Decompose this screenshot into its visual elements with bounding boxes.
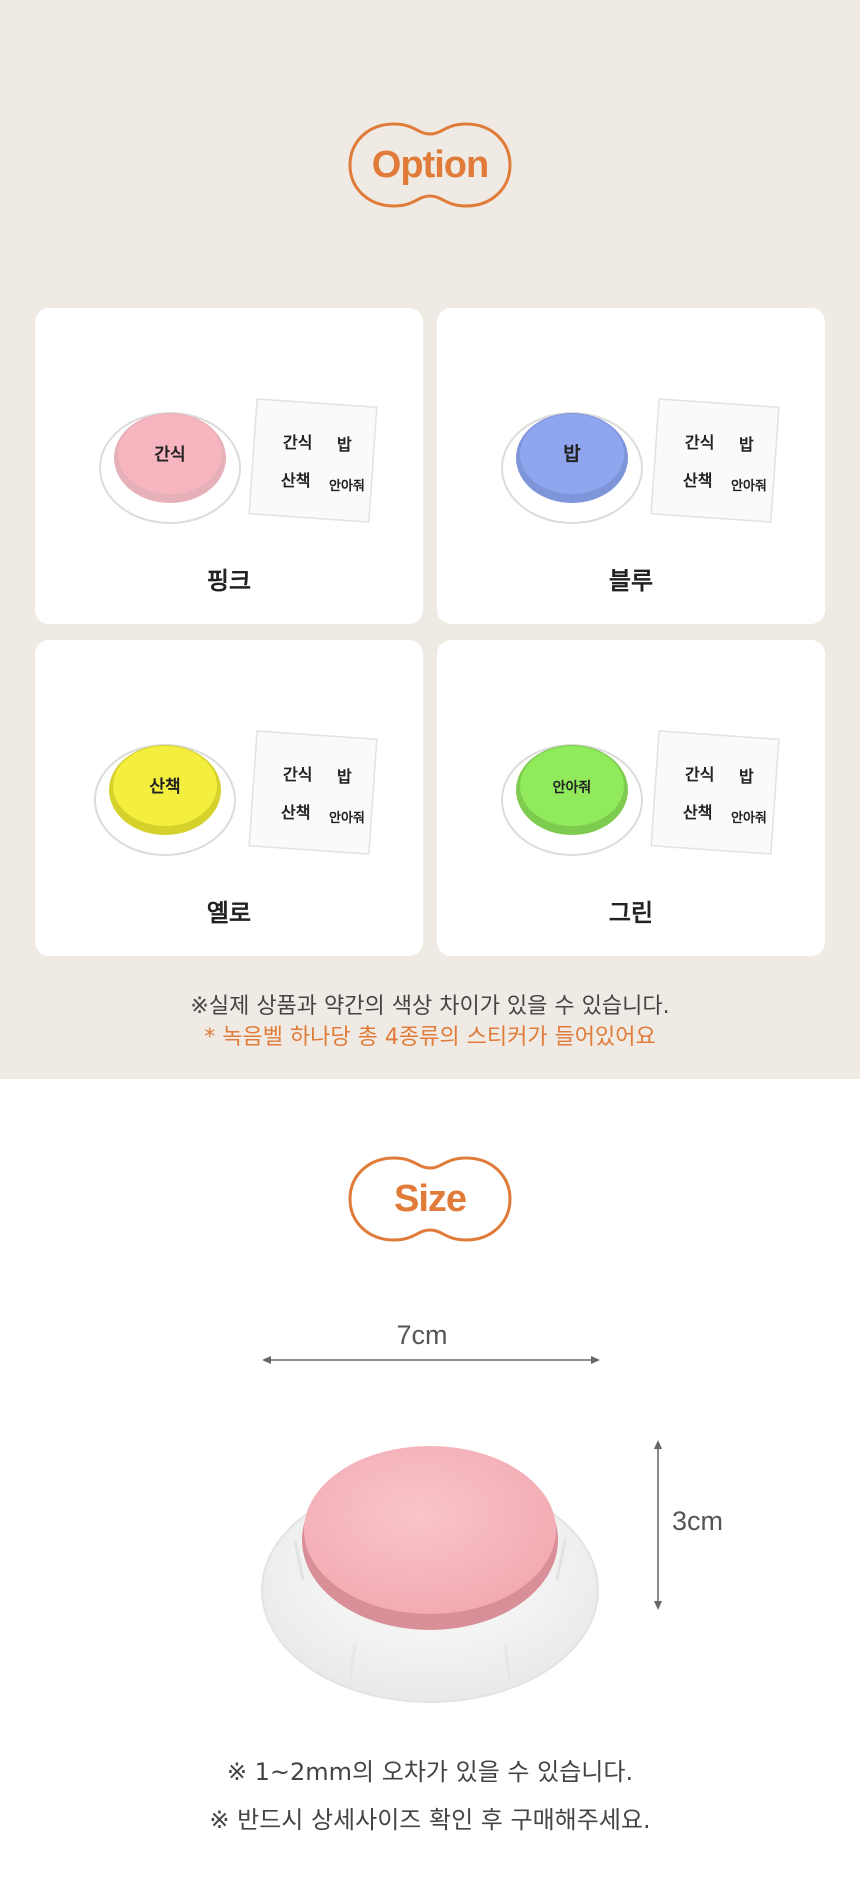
svg-text:간식: 간식 — [283, 433, 312, 452]
option-title: Option — [371, 143, 489, 186]
size-title-badge: Size — [346, 1154, 514, 1244]
button-sticker-text: 산책 — [149, 777, 180, 797]
svg-text:간식: 간식 — [283, 765, 312, 784]
color-difference-note: ※실제 상품과 약간의 색상 차이가 있을 수 있습니다. — [190, 994, 670, 1019]
svg-text:안아줘: 안아줘 — [731, 810, 767, 826]
svg-text:산책: 산책 — [683, 803, 712, 822]
svg-text:밥: 밥 — [739, 435, 754, 454]
svg-text:산책: 산책 — [683, 471, 712, 490]
svg-text:안아줘: 안아줘 — [731, 478, 767, 494]
button-sticker-text: 간식 — [154, 445, 185, 465]
option-card-green[interactable]: 안아줘 간식 밥 산책 안아줘 그린 — [437, 640, 825, 956]
size-title: Size — [393, 1177, 467, 1220]
svg-text:밥: 밥 — [337, 435, 352, 454]
svg-text:간식: 간식 — [685, 765, 714, 784]
svg-text:밥: 밥 — [739, 767, 754, 786]
option-label-green: 그린 — [608, 899, 654, 927]
size-check-note: ※ 반드시 상세사이즈 확인 후 구매해주세요. — [209, 1806, 651, 1834]
option-label-yellow: 옐로 — [206, 899, 252, 927]
width-dimension-label: 7cm — [396, 1320, 448, 1350]
sticker-count-note: * 녹음벨 하나당 총 4종류의 스티커가 들어있어요 — [204, 1025, 656, 1050]
pink-button-product-image: 간식 간식 밥 산책 안아줘 — [99, 398, 378, 524]
option-card-blue[interactable]: 밥 간식 밥 산책 안아줘 블루 — [437, 308, 825, 624]
blue-button-product-image: 밥 간식 밥 산책 안아줘 — [501, 398, 780, 524]
pink-button-size-image — [261, 1446, 599, 1703]
button-sticker-text: 안아줘 — [553, 779, 592, 796]
option-label-blue: 블루 — [608, 567, 654, 595]
svg-text:산책: 산책 — [281, 471, 310, 490]
option-title-badge: Option — [346, 120, 514, 210]
option-label-pink: 핑크 — [206, 567, 252, 595]
svg-text:밥: 밥 — [337, 767, 352, 786]
yellow-button-product-image: 산책 간식 밥 산책 안아줘 — [94, 730, 378, 856]
button-sticker-text: 밥 — [563, 443, 581, 465]
svg-text:산책: 산책 — [281, 803, 310, 822]
option-card-yellow[interactable]: 산책 간식 밥 산책 안아줘 옐로 — [35, 640, 423, 956]
size-tolerance-note: ※ 1~2mm의 오차가 있을 수 있습니다. — [226, 1758, 634, 1786]
height-dimension-label: 3cm — [672, 1506, 724, 1536]
option-card-pink[interactable]: 간식 간식 밥 산책 안아줘 핑크 — [35, 308, 423, 624]
green-button-product-image: 안아줘 간식 밥 산책 안아줘 — [501, 730, 780, 856]
height-arrow-icon — [654, 1440, 662, 1610]
svg-text:안아줘: 안아줘 — [329, 478, 365, 494]
svg-text:간식: 간식 — [685, 433, 714, 452]
width-arrow-icon — [262, 1356, 600, 1364]
svg-text:안아줘: 안아줘 — [329, 810, 365, 826]
